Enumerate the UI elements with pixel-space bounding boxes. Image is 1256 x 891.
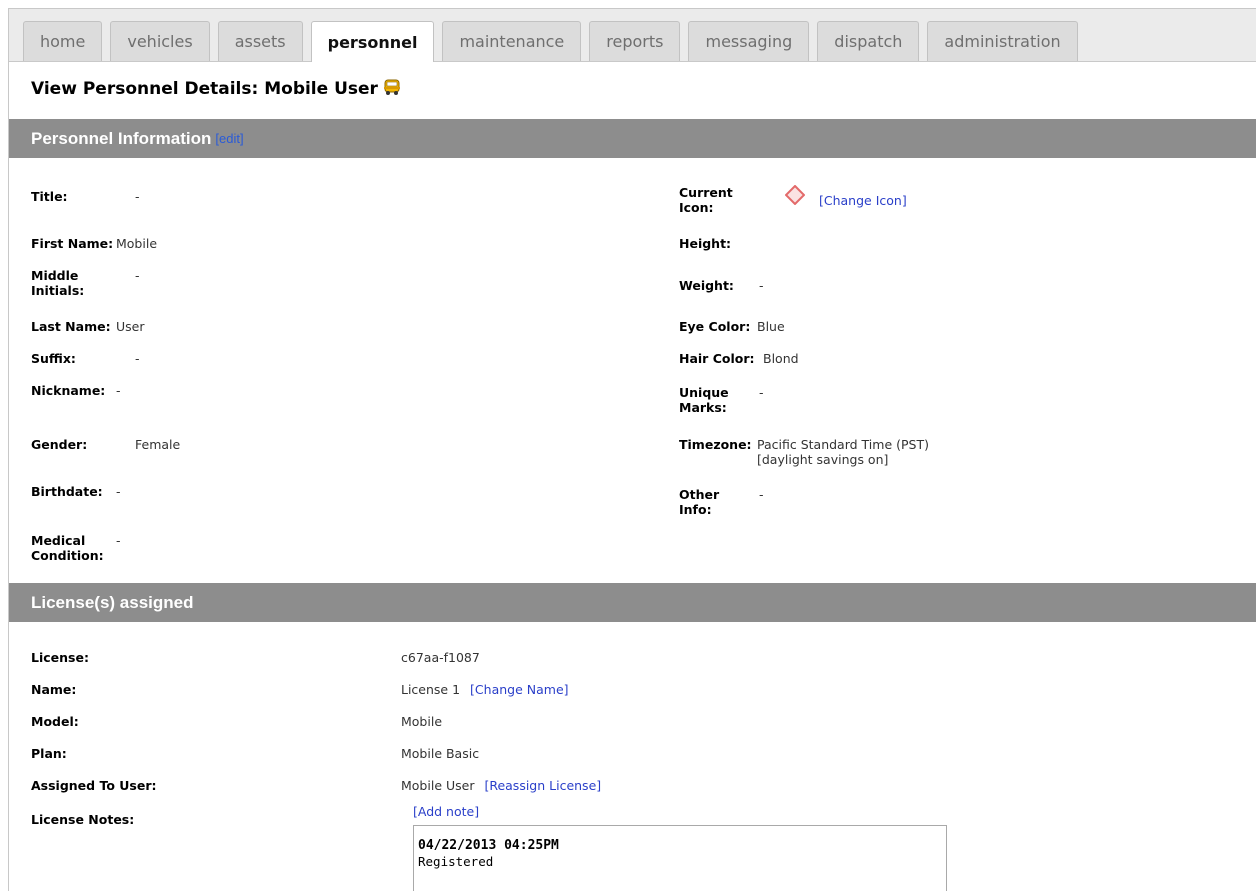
- tab-bar: home vehicles assets personnel maintenan…: [9, 9, 1256, 62]
- field-value-last-name: User: [116, 319, 145, 334]
- field-label-birthdate: Birthdate:: [31, 484, 103, 499]
- field-value-birthdate: -: [116, 484, 121, 499]
- add-note-link[interactable]: [Add note]: [413, 804, 479, 819]
- field-label-hair-color: Hair Color:: [679, 351, 755, 366]
- tab-assets[interactable]: assets: [217, 21, 303, 61]
- personnel-info-title: Personnel Information: [31, 128, 212, 148]
- field-value-middle-initials: -: [135, 268, 140, 283]
- license-value-assigned-to-user: Mobile User [Reassign License]: [401, 778, 601, 793]
- tab-vehicles[interactable]: vehicles: [110, 21, 210, 61]
- tabs-container: home vehicles assets personnel maintenan…: [23, 21, 1086, 62]
- field-label-eye-color: Eye Color:: [679, 319, 751, 334]
- note-date: 04/22/2013 04:25PM: [418, 838, 559, 853]
- field-label-middle-initials: Middle Initials:: [31, 268, 85, 298]
- field-label-title: Title:: [31, 189, 68, 204]
- license-value-name: License 1 [Change Name]: [401, 682, 569, 697]
- personnel-info-header: Personnel Information [edit]: [9, 119, 1256, 158]
- tab-personnel[interactable]: personnel: [310, 21, 435, 62]
- license-value-plan: Mobile Basic: [401, 746, 480, 761]
- field-value-timezone: Pacific Standard Time (PST): [757, 437, 929, 452]
- field-value-weight: -: [759, 278, 764, 293]
- license-title: License(s) assigned: [31, 592, 194, 612]
- field-label-height: Height:: [679, 236, 732, 251]
- field-label-weight: Weight:: [679, 278, 734, 293]
- field-label-timezone: Timezone:: [679, 437, 752, 452]
- license-name-text: License 1: [401, 682, 461, 697]
- change-icon-link[interactable]: [Change Icon]: [819, 193, 907, 208]
- field-label-nickname: Nickname:: [31, 383, 106, 398]
- field-value-unique-marks: -: [759, 385, 764, 400]
- tab-home[interactable]: home: [23, 21, 103, 61]
- note-text: Registered: [418, 854, 494, 869]
- edit-link[interactable]: [edit]: [215, 131, 243, 146]
- license-label-name: Name:: [31, 682, 77, 697]
- field-value-gender: Female: [135, 437, 181, 452]
- field-value-daylight-savings: [daylight savings on]: [757, 452, 889, 467]
- field-value-title: -: [135, 189, 140, 204]
- license-notes-box: 04/22/2013 04:25PM Registered: [413, 825, 947, 891]
- field-value-hair-color: Blond: [763, 351, 799, 366]
- field-value-suffix: -: [135, 351, 140, 366]
- license-value-license: c67aa-f1087: [401, 650, 480, 665]
- license-label-plan: Plan:: [31, 746, 67, 761]
- license-label-assigned-to-user: Assigned To User:: [31, 778, 157, 793]
- field-label-gender: Gender:: [31, 437, 88, 452]
- assigned-user-text: Mobile User: [401, 778, 475, 793]
- field-value-medical-condition: -: [116, 533, 121, 548]
- field-label-medical-condition: Medical Condition:: [31, 533, 104, 563]
- field-label-first-name: First Name:: [31, 236, 114, 251]
- tab-dispatch[interactable]: dispatch: [817, 21, 920, 61]
- field-label-last-name: Last Name:: [31, 319, 111, 334]
- field-value-nickname: -: [116, 383, 121, 398]
- app-frame: home vehicles assets personnel maintenan…: [8, 8, 1256, 891]
- tab-maintenance[interactable]: maintenance: [442, 21, 582, 61]
- change-name-link[interactable]: [Change Name]: [470, 682, 568, 697]
- field-label-other-info: Other Info:: [679, 487, 720, 517]
- page-title: View Personnel Details: Mobile User: [31, 79, 401, 99]
- license-label-license: License:: [31, 650, 89, 665]
- license-value-model: Mobile: [401, 714, 443, 729]
- field-label-suffix: Suffix:: [31, 351, 76, 366]
- field-value-other-info: -: [759, 487, 764, 502]
- reassign-license-link[interactable]: [Reassign License]: [484, 778, 601, 793]
- field-label-current-icon: Current Icon:: [679, 185, 733, 215]
- tab-messaging[interactable]: messaging: [688, 21, 810, 61]
- page-title-text: View Personnel Details: Mobile User: [31, 79, 378, 99]
- field-value-first-name: Mobile: [116, 236, 158, 251]
- field-value-eye-color: Blue: [757, 319, 785, 334]
- license-header: License(s) assigned: [9, 583, 1256, 622]
- field-label-unique-marks: Unique Marks:: [679, 385, 729, 415]
- red-diamond-icon: [785, 185, 805, 205]
- tab-reports[interactable]: reports: [589, 21, 681, 61]
- tab-administration[interactable]: administration: [927, 21, 1078, 61]
- school-bus-icon: [383, 79, 400, 95]
- license-label-model: Model:: [31, 714, 79, 729]
- license-label-notes: License Notes:: [31, 812, 135, 827]
